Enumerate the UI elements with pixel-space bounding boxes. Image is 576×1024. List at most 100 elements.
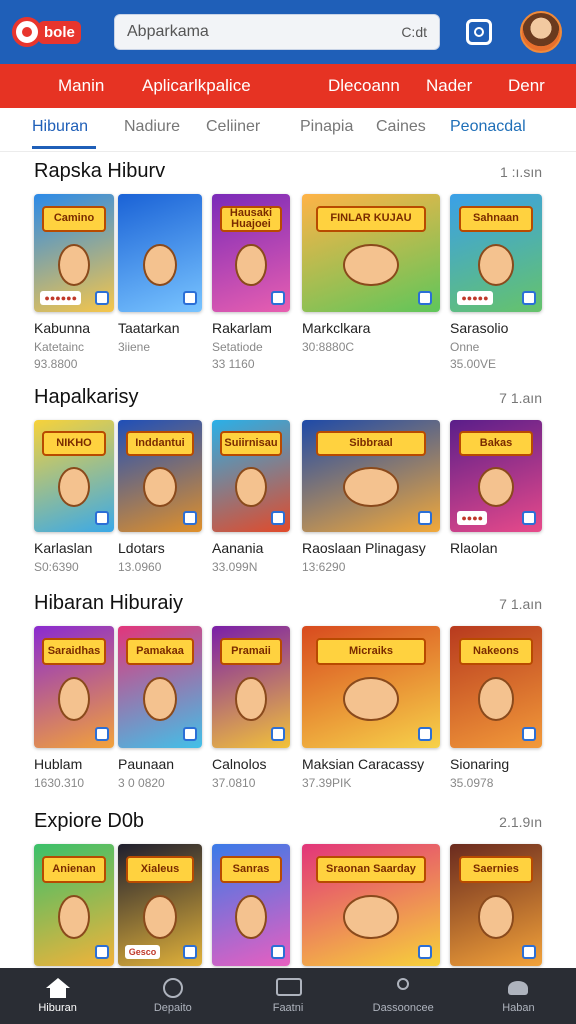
game-subtitle: 37.0810 — [212, 776, 256, 790]
square-icon[interactable] — [466, 19, 492, 45]
nav-item-4[interactable]: Nader — [426, 76, 472, 96]
game-thumbnail[interactable]: NIKHO — [34, 420, 114, 532]
bottom-nav-card[interactable]: Faatni — [230, 968, 345, 1024]
game-thumbnail[interactable]: Sibbraal — [302, 420, 440, 532]
game-card[interactable]: Sraonan Saarday — [302, 844, 448, 966]
section-more-link[interactable]: 2.1.9ın — [499, 814, 542, 830]
game-subtitle: Setatiode — [212, 340, 263, 354]
game-card[interactable]: Pamakaa Paunaan 3 0 0820 — [118, 626, 210, 790]
section-more-link[interactable]: 7 1.aın — [499, 390, 542, 406]
section-more-link[interactable]: 1 :ı.sın — [500, 164, 542, 180]
bottom-nav-label: Hiburan — [38, 1002, 77, 1014]
bottom-nav-label: Dassooncee — [372, 1002, 434, 1014]
game-tag: Gesco — [124, 944, 161, 959]
game-thumbnail[interactable]: Inddantui — [118, 420, 202, 532]
game-thumbnail[interactable]: Pramaii — [212, 626, 290, 748]
nav-item-5[interactable]: Denr — [508, 76, 545, 96]
game-banner: Micraiks — [315, 638, 427, 666]
game-card[interactable]: FINLAR KUJAU Markclkara 30:8880C — [302, 194, 448, 354]
game-thumbnail[interactable]: Anienan — [34, 844, 114, 966]
nav-item-3[interactable]: Dlecoann — [328, 76, 400, 96]
nav-item-2[interactable]: Aplicarlkpalice — [142, 76, 251, 96]
game-card[interactable]: Sahnaan ●●●●● Sarasolio Onne 35.00VE — [450, 194, 550, 371]
game-name: Sarasolio — [450, 320, 509, 336]
search-text: Abparkama — [127, 23, 209, 40]
game-thumbnail[interactable]: Xialeus Gesco — [118, 844, 202, 966]
app-logo[interactable]: bole — [12, 12, 98, 52]
character-icon — [235, 467, 267, 508]
game-thumbnail[interactable]: Micraiks — [302, 626, 440, 748]
game-thumbnail[interactable]: Suiirnisau — [212, 420, 290, 532]
game-card[interactable]: Xialeus Gesco — [118, 844, 210, 966]
game-meta: 35.00VE — [450, 357, 497, 371]
nav-item-1[interactable]: Manin — [58, 76, 104, 96]
game-thumbnail[interactable]: Hausaki Huajoei — [212, 194, 290, 312]
game-card[interactable]: Taatarkan 3iiene — [118, 194, 210, 354]
badge-icon — [95, 726, 110, 741]
game-card[interactable]: Suiirnisau Aanania 33.099N — [212, 420, 298, 574]
game-card[interactable]: Saraidhas Hublam 1630.310 — [34, 626, 122, 790]
game-thumbnail[interactable] — [118, 194, 202, 312]
game-thumbnail[interactable]: Camino ●●●●●● — [34, 194, 114, 312]
game-banner: Bakas — [459, 431, 533, 456]
game-name: Sionaring — [450, 756, 510, 772]
game-card[interactable]: Hausaki Huajoei Rakarlam Setatiode 33 1160 — [212, 194, 298, 371]
tab-1[interactable]: Hiburan — [32, 118, 88, 136]
game-card[interactable]: Nakeons Sionaring 35.0978 — [450, 626, 550, 790]
game-card[interactable]: Sanras — [212, 844, 298, 966]
bottom-nav-label: Haban — [502, 1002, 535, 1014]
tab-2[interactable]: Nadiure — [124, 118, 180, 136]
badge-icon — [271, 511, 286, 526]
game-banner: FINLAR KUJAU — [315, 205, 427, 232]
game-card[interactable]: Bakas ●●●● Rlaolan — [450, 420, 550, 556]
tab-bar: Hiburan Nadiure Celiiner Pinapia Caines … — [0, 108, 576, 152]
avatar[interactable] — [520, 11, 562, 53]
game-banner: Pamakaa — [126, 638, 194, 666]
game-card[interactable]: Inddantui Ldotars 13.0960 — [118, 420, 210, 574]
game-banner: Sibbraal — [315, 431, 427, 456]
game-subtitle: 13.0960 — [118, 560, 162, 574]
game-thumbnail[interactable]: FINLAR KUJAU — [302, 194, 440, 312]
tab-6[interactable]: Peonacdal — [450, 118, 526, 136]
section-more-link[interactable]: 7 1.aın — [499, 596, 542, 612]
tab-5[interactable]: Caines — [376, 118, 426, 136]
search-input[interactable]: Abparkama C:dt — [114, 14, 440, 50]
home-icon — [45, 978, 70, 998]
game-thumbnail[interactable]: Sraonan Saarday — [302, 844, 440, 966]
bottom-nav-explore[interactable]: Depaito — [115, 968, 230, 1024]
game-subtitle: Katetainc — [34, 340, 85, 354]
character-icon — [58, 467, 90, 508]
game-name: Maksian Caracassy — [302, 756, 425, 772]
game-card[interactable]: Anienan — [34, 844, 122, 966]
game-thumbnail[interactable]: Nakeons — [450, 626, 542, 748]
game-name: Rlaolan — [450, 540, 498, 556]
compass-icon — [161, 978, 185, 998]
stack-icon — [506, 978, 530, 998]
badge-icon — [522, 511, 537, 526]
bottom-nav-stack[interactable]: Haban — [461, 968, 576, 1024]
game-subtitle: S0:6390 — [34, 560, 79, 574]
bottom-nav-home[interactable]: Hiburan — [0, 968, 115, 1024]
game-card[interactable]: Saernies — [450, 844, 550, 966]
game-card[interactable]: Camino ●●●●●● Kabunna Katetainc 93.8800 — [34, 194, 122, 371]
character-icon — [477, 467, 515, 508]
game-thumbnail[interactable]: Saernies — [450, 844, 542, 966]
character-icon — [343, 243, 399, 287]
game-thumbnail[interactable]: Bakas ●●●● — [450, 420, 542, 532]
character-icon — [58, 243, 90, 287]
character-icon — [235, 895, 267, 940]
game-card[interactable]: Micraiks Maksian Caracassy 37.39PIK — [302, 626, 448, 790]
game-thumbnail[interactable]: Pamakaa — [118, 626, 202, 748]
game-card[interactable]: Pramaii Calnolos 37.0810 — [212, 626, 298, 790]
game-thumbnail[interactable]: Saraidhas — [34, 626, 114, 748]
game-banner: Sanras — [219, 856, 283, 884]
bottom-nav-user[interactable]: Dassooncee — [346, 968, 461, 1024]
game-banner: Sahnaan — [459, 205, 533, 232]
game-thumbnail[interactable]: Sahnaan ●●●●● — [450, 194, 542, 312]
game-banner: Suiirnisau — [219, 431, 283, 456]
game-card[interactable]: NIKHO Karlaslan S0:6390 — [34, 420, 122, 574]
game-thumbnail[interactable]: Sanras — [212, 844, 290, 966]
tab-3[interactable]: Celiiner — [206, 118, 260, 136]
tab-4[interactable]: Pinapia — [300, 118, 353, 136]
game-card[interactable]: Sibbraal Raoslaan Plinagasy 13:6290 — [302, 420, 448, 574]
